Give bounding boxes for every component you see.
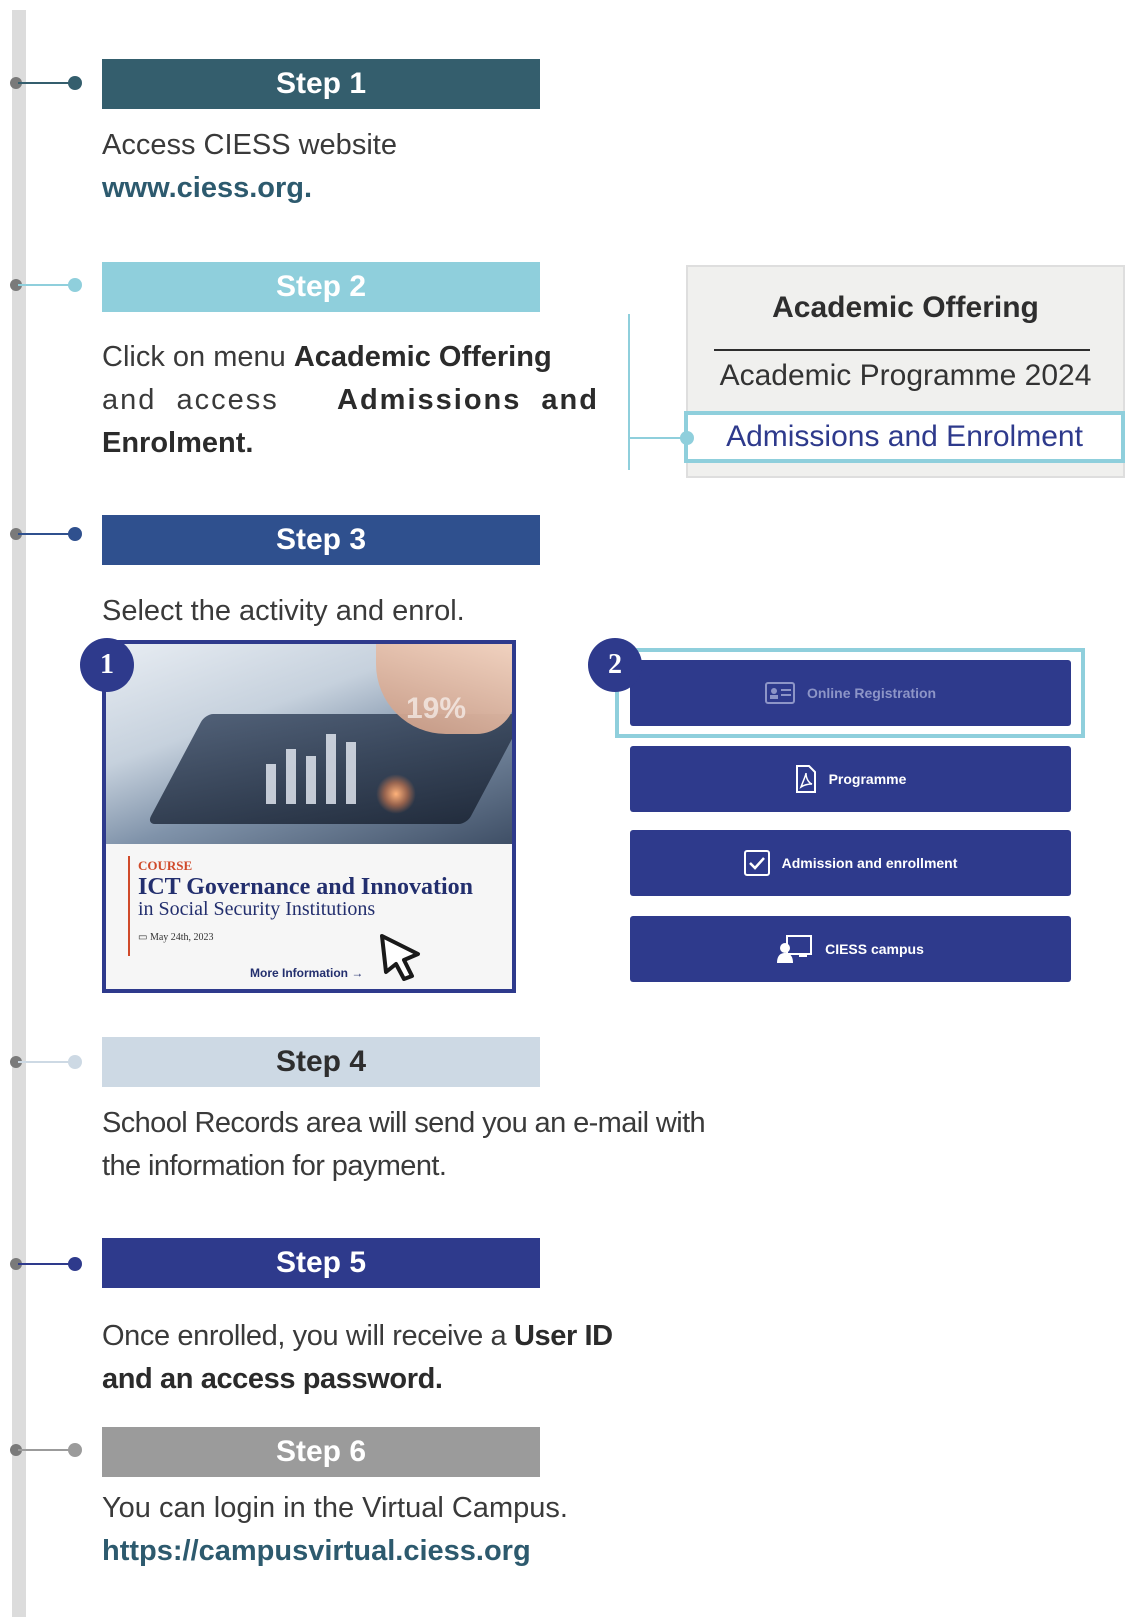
course-tag: COURSE xyxy=(138,858,193,873)
menu-divider xyxy=(714,349,1090,351)
checkbox-icon xyxy=(743,850,770,876)
course-date-text: May 24th, 2023 xyxy=(149,932,214,943)
step-6-text: You can login in the Virtual Campus. htt… xyxy=(102,1487,568,1573)
step-5-user-id: User ID xyxy=(513,1320,613,1352)
actions-badge: 2 xyxy=(588,638,642,692)
course-badge: 1 xyxy=(80,638,134,692)
step-6-connector xyxy=(10,1443,82,1457)
step-5-label: Step 5 xyxy=(275,1246,367,1279)
more-information-link[interactable]: More Information → xyxy=(250,966,363,980)
ciess-campus-button[interactable]: CIESS campus xyxy=(630,916,1071,982)
step-2-header: Step 2 xyxy=(102,262,540,312)
calendar-icon: ▭ xyxy=(138,932,148,943)
academic-offering-menu: Academic Offering Academic Programme 202… xyxy=(684,265,1125,478)
step-1-header: Step 1 xyxy=(102,59,540,109)
step-4-label: Step 4 xyxy=(275,1045,367,1078)
step-4-text: School Records area will send you an e-m… xyxy=(102,1102,706,1188)
pdf-file-icon xyxy=(795,765,816,793)
arrow-right-icon: → xyxy=(351,966,364,980)
step-4-line-2: the information for payment. xyxy=(102,1150,447,1182)
menu-item-academic-programme[interactable]: Academic Programme 2024 xyxy=(688,359,1123,393)
step-5-text-pre: Once enrolled, you will receive a xyxy=(102,1320,514,1352)
step-1-label: Step 1 xyxy=(275,67,367,100)
online-registration-button[interactable]: Online Registration xyxy=(630,660,1071,726)
step-6-header: Step 6 xyxy=(102,1427,540,1477)
step-1-connector xyxy=(10,76,82,90)
step-2-text-pre: Click on menu xyxy=(102,341,294,373)
step-5-connector xyxy=(10,1257,82,1271)
course-image: 19% xyxy=(106,644,512,844)
step-3-header: Step 3 xyxy=(102,515,540,565)
admission-enrollment-label: Admission and enrollment xyxy=(781,855,958,871)
step-4-line-1: School Records area will send you an e-m… xyxy=(102,1107,706,1139)
step-1-text: Access CIESS website www.ciess.org. xyxy=(102,124,397,210)
course-date: ▭ May 24th, 2023 xyxy=(138,932,214,943)
more-information-label: More Information xyxy=(250,966,348,980)
course-card[interactable]: 19% COURSE ICT Governance and Innovation… xyxy=(102,640,516,993)
admission-enrollment-button[interactable]: Admission and enrollment xyxy=(630,830,1071,896)
teacher-board-icon xyxy=(777,935,813,963)
ciess-campus-label: CIESS campus xyxy=(825,941,924,957)
step-2-connector xyxy=(10,278,82,292)
step-2-text-mid: and access xyxy=(102,384,279,416)
programme-label: Programme xyxy=(828,771,907,787)
menu-title[interactable]: Academic Offering xyxy=(688,291,1123,325)
step-6-label: Step 6 xyxy=(275,1435,367,1468)
step-5-header: Step 5 xyxy=(102,1238,540,1288)
course-image-percentage: 19% xyxy=(406,692,467,725)
step-2-target-2: Enrolment. xyxy=(102,427,254,459)
step-6-description: You can login in the Virtual Campus. xyxy=(102,1492,568,1524)
course-subtitle: in Social Security Institutions xyxy=(138,898,376,920)
id-card-icon xyxy=(764,682,795,704)
timeline-bar xyxy=(12,10,26,1617)
virtual-campus-link[interactable]: https://campusvirtual.ciess.org xyxy=(102,1530,568,1573)
step-5-text: Once enrolled, you will receive a User I… xyxy=(102,1315,613,1401)
ciess-website-link[interactable]: www.ciess.org. xyxy=(102,167,397,210)
step-1-description: Access CIESS website xyxy=(102,129,397,161)
step-4-connector xyxy=(10,1055,82,1069)
step-2-menu-name: Academic Offering xyxy=(293,341,552,373)
online-registration-label: Online Registration xyxy=(806,685,937,701)
step-3-text: Select the activity and enrol. xyxy=(102,595,465,627)
pointer-cursor-icon xyxy=(380,934,420,981)
step-2-target-1: Admissions and xyxy=(337,384,599,416)
course-body: COURSE ICT Governance and Innovation in … xyxy=(106,844,512,989)
course-title: ICT Governance and Innovation xyxy=(138,874,473,900)
step-5-password: and an access password. xyxy=(102,1363,443,1395)
menu-connector-vertical xyxy=(628,314,630,470)
step-3-label: Step 3 xyxy=(275,523,367,556)
step-2-text: Click on menu Academic Offering and acce… xyxy=(102,336,599,465)
menu-item-admissions[interactable]: Admissions and Enrolment xyxy=(684,411,1125,463)
step-3-connector xyxy=(10,527,82,541)
step-2-label: Step 2 xyxy=(275,270,367,303)
course-accent-bar xyxy=(128,856,130,956)
menu-connector-dot xyxy=(680,431,694,445)
programme-button[interactable]: Programme xyxy=(630,746,1071,812)
step-4-header: Step 4 xyxy=(102,1037,540,1087)
menu-connector-horizontal xyxy=(628,437,686,439)
